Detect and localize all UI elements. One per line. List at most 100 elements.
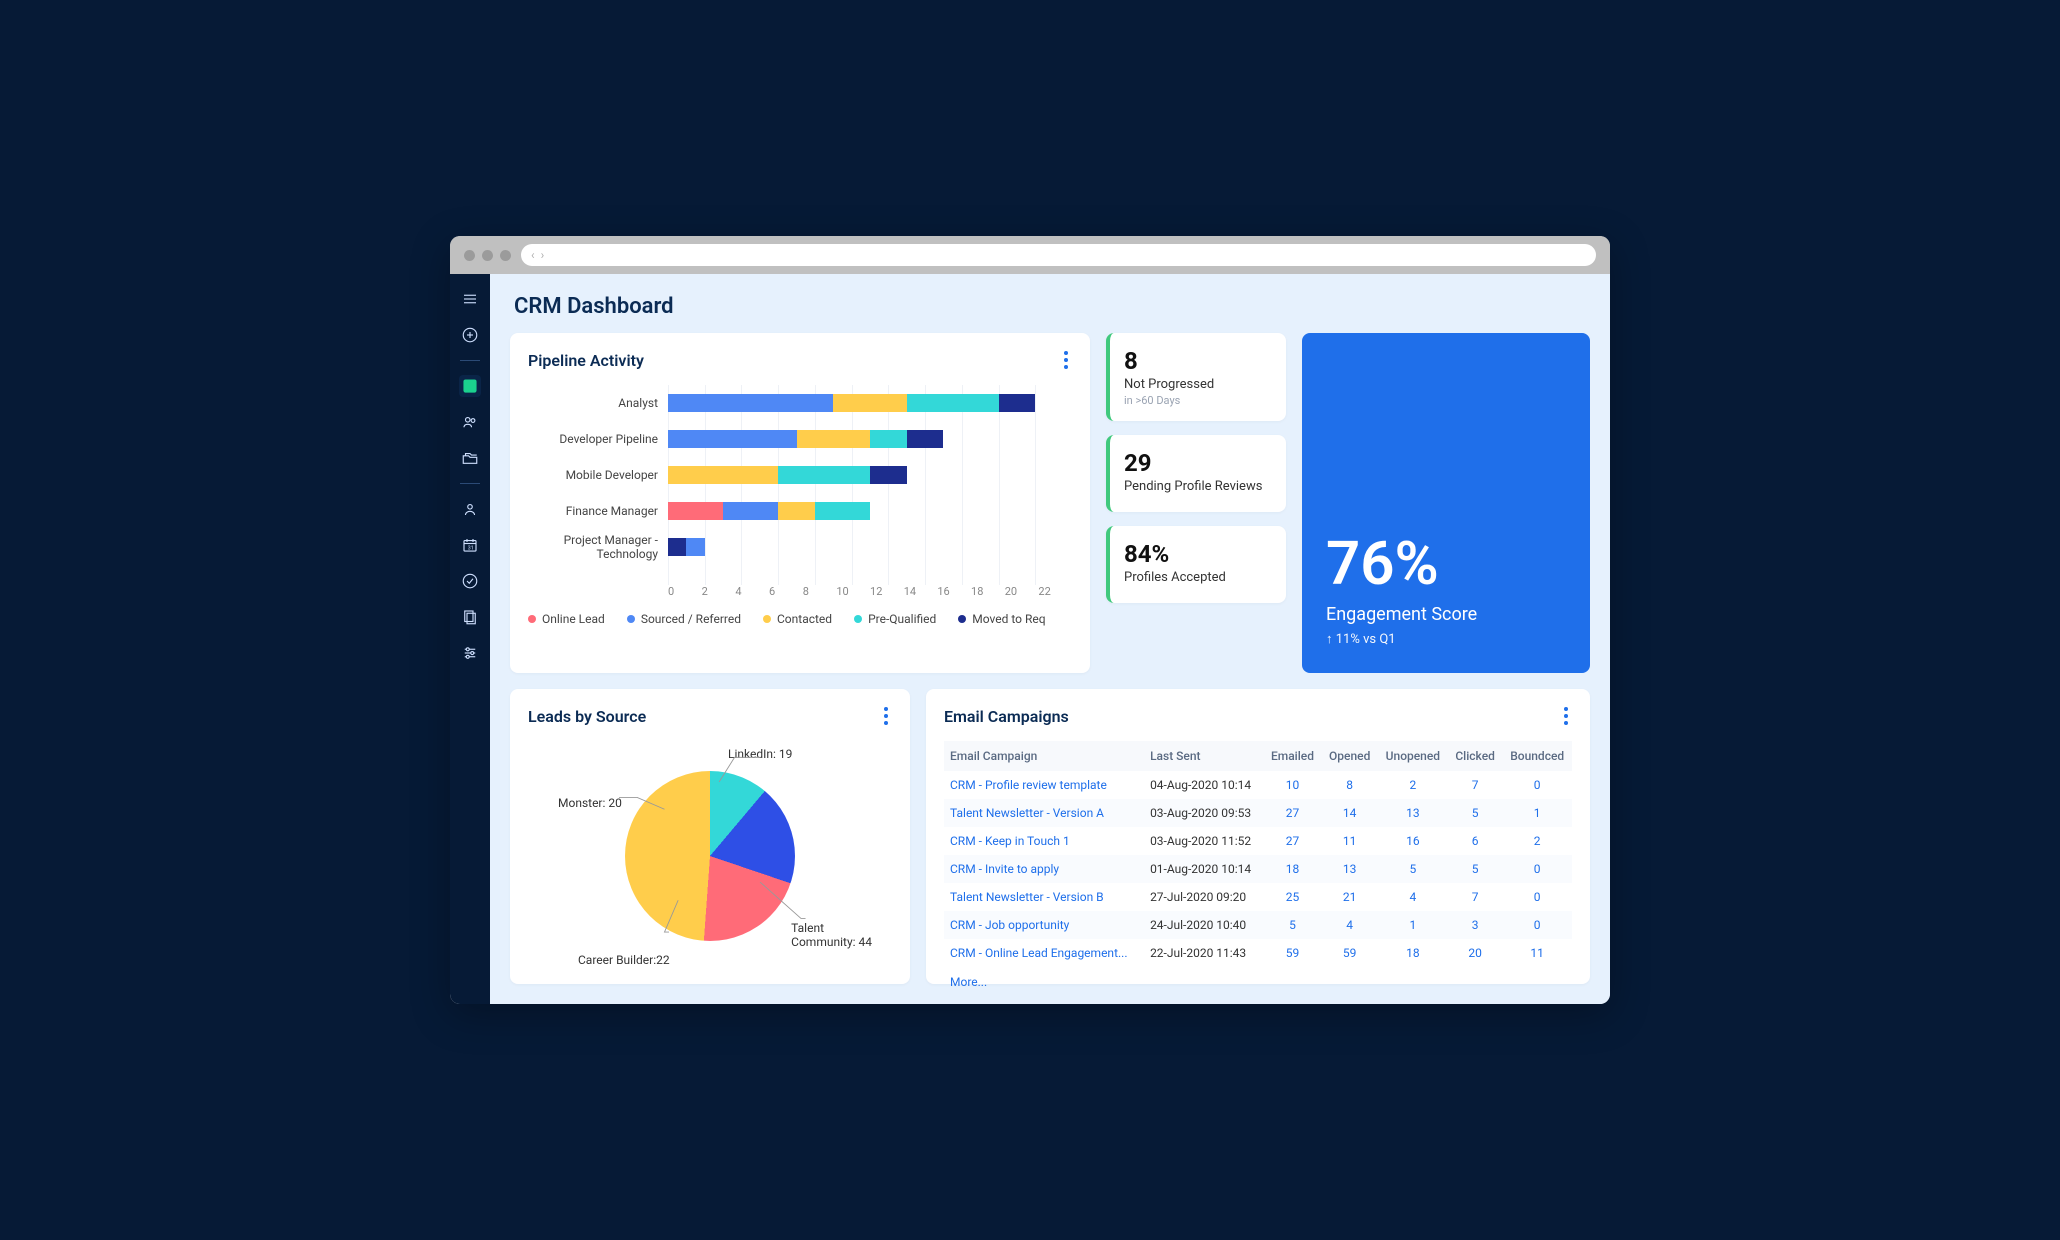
campaign-clicked: 7 [1448,883,1502,911]
bar-row [668,421,1072,457]
col-opened: Opened [1322,741,1378,771]
campaign-unopened: 2 [1378,771,1448,799]
folders-icon[interactable] [459,447,481,469]
bar-segment [870,466,907,484]
campaign-name[interactable]: CRM - Profile review template [944,771,1144,799]
campaign-bounced: 11 [1502,939,1572,967]
col-last-sent: Last Sent [1144,741,1263,771]
campaign-name[interactable]: Talent Newsletter - Version A [944,799,1144,827]
leads-card-title: Leads by Source [528,707,646,726]
axis-tick: 16 [937,585,971,598]
table-row[interactable]: CRM - Profile review template 04-Aug-202… [944,771,1572,799]
campaigns-menu-icon[interactable] [1560,703,1572,729]
bar-segment [815,502,870,520]
campaign-unopened: 16 [1378,827,1448,855]
table-row[interactable]: CRM - Keep in Touch 1 03-Aug-2020 11:52 … [944,827,1572,855]
campaign-bounced: 1 [1502,799,1572,827]
campaign-name[interactable]: CRM - Job opportunity [944,911,1144,939]
axis-tick: 2 [702,585,736,598]
legend-label: Sourced / Referred [641,612,741,626]
campaign-last-sent: 03-Aug-2020 09:53 [1144,799,1263,827]
nav-back-icon[interactable]: ‹ [531,248,535,262]
campaign-last-sent: 01-Aug-2020 10:14 [1144,855,1263,883]
campaign-clicked: 7 [1448,771,1502,799]
col-clicked: Clicked [1448,741,1502,771]
bar-segment [778,466,870,484]
pipeline-menu-icon[interactable] [1060,347,1072,373]
window-controls [464,250,511,261]
leads-pie-chart [625,771,795,941]
page-title: CRM Dashboard [514,294,1590,319]
campaign-opened: 59 [1322,939,1378,967]
axis-tick: 14 [904,585,938,598]
legend-item: Pre-Qualified [854,612,936,626]
main-content: CRM Dashboard Pipeline Activity AnalystD… [490,274,1610,1004]
stat-sublabel: in >60 Days [1124,394,1272,407]
bar-segment [668,430,797,448]
campaign-unopened: 5 [1378,855,1448,883]
stat-label: Pending Profile Reviews [1124,479,1272,494]
campaign-name[interactable]: CRM - Online Lead Engagement... [944,939,1144,967]
legend-item: Moved to Req [958,612,1045,626]
stat-card-profiles-accepted[interactable]: 84% Profiles Accepted [1106,526,1286,603]
add-icon[interactable] [459,324,481,346]
stat-card-not-progressed[interactable]: 8 Not Progressed in >60 Days [1106,333,1286,421]
table-row[interactable]: CRM - Invite to apply 01-Aug-2020 10:14 … [944,855,1572,883]
bottom-row: Leads by Source LinkedIn: 19 Monster: 20… [510,689,1590,984]
campaign-emailed: 5 [1263,911,1321,939]
bar-row [668,385,1072,421]
bar-segment [797,430,870,448]
table-row[interactable]: CRM - Job opportunity 24-Jul-2020 10:40 … [944,911,1572,939]
calendar-icon[interactable]: 31 [459,534,481,556]
pipeline-card-title: Pipeline Activity [528,351,644,370]
bar-segment [668,466,778,484]
legend-swatch [958,615,966,623]
campaign-name[interactable]: CRM - Invite to apply [944,855,1144,883]
dashboard-icon[interactable] [459,375,481,397]
campaign-emailed: 25 [1263,883,1321,911]
campaign-bounced: 0 [1502,883,1572,911]
people-icon[interactable] [459,411,481,433]
bar-row [668,529,1072,565]
axis-tick: 12 [870,585,904,598]
stat-card-pending-reviews[interactable]: 29 Pending Profile Reviews [1106,435,1286,512]
table-row[interactable]: Talent Newsletter - Version A 03-Aug-202… [944,799,1572,827]
legend-label: Pre-Qualified [868,612,936,626]
table-row[interactable]: Talent Newsletter - Version B 27-Jul-202… [944,883,1572,911]
nav-forward-icon[interactable]: › [541,248,545,262]
engagement-score-card[interactable]: 76% Engagement Score ↑ 11% vs Q1 [1302,333,1590,673]
settings-icon[interactable] [459,642,481,664]
axis-tick: 0 [668,585,702,598]
campaign-opened: 14 [1322,799,1378,827]
bar-row [668,457,1072,493]
bar-segment [833,394,906,412]
axis-tick: 8 [803,585,837,598]
campaign-unopened: 1 [1378,911,1448,939]
campaign-name[interactable]: Talent Newsletter - Version B [944,883,1144,911]
profile-icon[interactable] [459,498,481,520]
window-dot-max[interactable] [500,250,511,261]
campaigns-card-title: Email Campaigns [944,707,1069,726]
menu-icon[interactable] [459,288,481,310]
window-dot-close[interactable] [464,250,475,261]
score-sublabel: ↑ 11% vs Q1 [1326,631,1566,647]
legend-item: Contacted [763,612,832,626]
campaign-unopened: 18 [1378,939,1448,967]
more-link[interactable]: More... [944,967,1572,997]
campaign-last-sent: 04-Aug-2020 10:14 [1144,771,1263,799]
campaign-name[interactable]: CRM - Keep in Touch 1 [944,827,1144,855]
bar-segment [907,430,944,448]
leads-menu-icon[interactable] [880,703,892,729]
campaign-clicked: 5 [1448,855,1502,883]
top-row: Pipeline Activity AnalystDeveloper Pipel… [510,333,1590,673]
window-dot-min[interactable] [482,250,493,261]
score-label: Engagement Score [1326,604,1566,625]
address-bar[interactable]: ‹ › [521,244,1596,266]
legend-swatch [627,615,635,623]
col-campaign: Email Campaign [944,741,1144,771]
table-row[interactable]: CRM - Online Lead Engagement... 22-Jul-2… [944,939,1572,967]
pages-icon[interactable] [459,606,481,628]
bar-segment [870,430,907,448]
task-check-icon[interactable] [459,570,481,592]
campaign-last-sent: 22-Jul-2020 11:43 [1144,939,1263,967]
